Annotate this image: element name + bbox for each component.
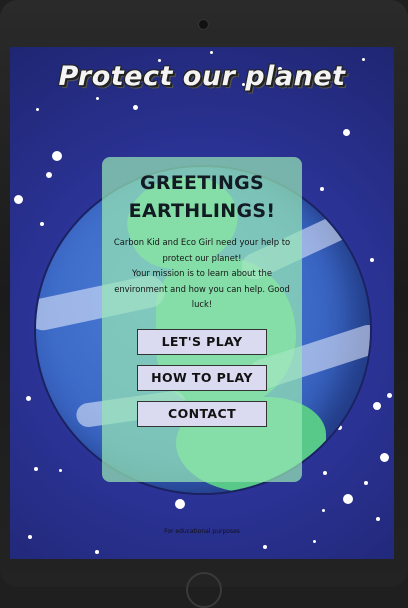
game-title: Protect our planet <box>58 61 346 92</box>
star <box>34 467 38 471</box>
footer-note: For educational purposes <box>164 528 240 535</box>
star <box>373 402 381 410</box>
star <box>380 453 389 462</box>
star <box>14 195 23 204</box>
mission-text: Carbon Kid and Eco Girl need your help t… <box>110 235 294 313</box>
star <box>343 129 350 136</box>
star <box>313 540 316 543</box>
star <box>343 494 353 504</box>
how-to-play-button[interactable]: HOW TO PLAY <box>137 365 267 391</box>
lets-play-button[interactable]: LET'S PLAY <box>137 329 267 355</box>
mission-line: Your mission is to learn about the envir… <box>114 268 290 309</box>
contact-button[interactable]: CONTACT <box>137 401 267 427</box>
greeting-heading: GREETINGS EARTHLINGS! <box>128 172 276 222</box>
star <box>36 108 39 111</box>
star <box>95 550 99 554</box>
star <box>323 471 327 475</box>
star <box>320 187 324 191</box>
star <box>26 396 31 401</box>
star <box>133 105 138 110</box>
star <box>376 517 380 521</box>
star <box>52 151 62 161</box>
star <box>263 545 267 549</box>
camera-icon <box>199 20 208 29</box>
star <box>175 499 185 509</box>
star <box>387 393 392 398</box>
star <box>28 535 32 539</box>
star <box>210 51 213 54</box>
mission-line: Carbon Kid and Eco Girl need your help t… <box>113 237 291 263</box>
star <box>370 258 374 262</box>
game-screen: Protect our planet GREETINGS EARTHLINGS!… <box>10 47 394 559</box>
intro-card: GREETINGS EARTHLINGS! Carbon Kid and Eco… <box>102 157 302 482</box>
star <box>322 509 325 512</box>
home-button[interactable] <box>186 572 222 608</box>
star <box>96 97 99 100</box>
star <box>59 469 62 472</box>
star <box>364 481 368 485</box>
star <box>46 172 52 178</box>
star <box>40 222 44 226</box>
